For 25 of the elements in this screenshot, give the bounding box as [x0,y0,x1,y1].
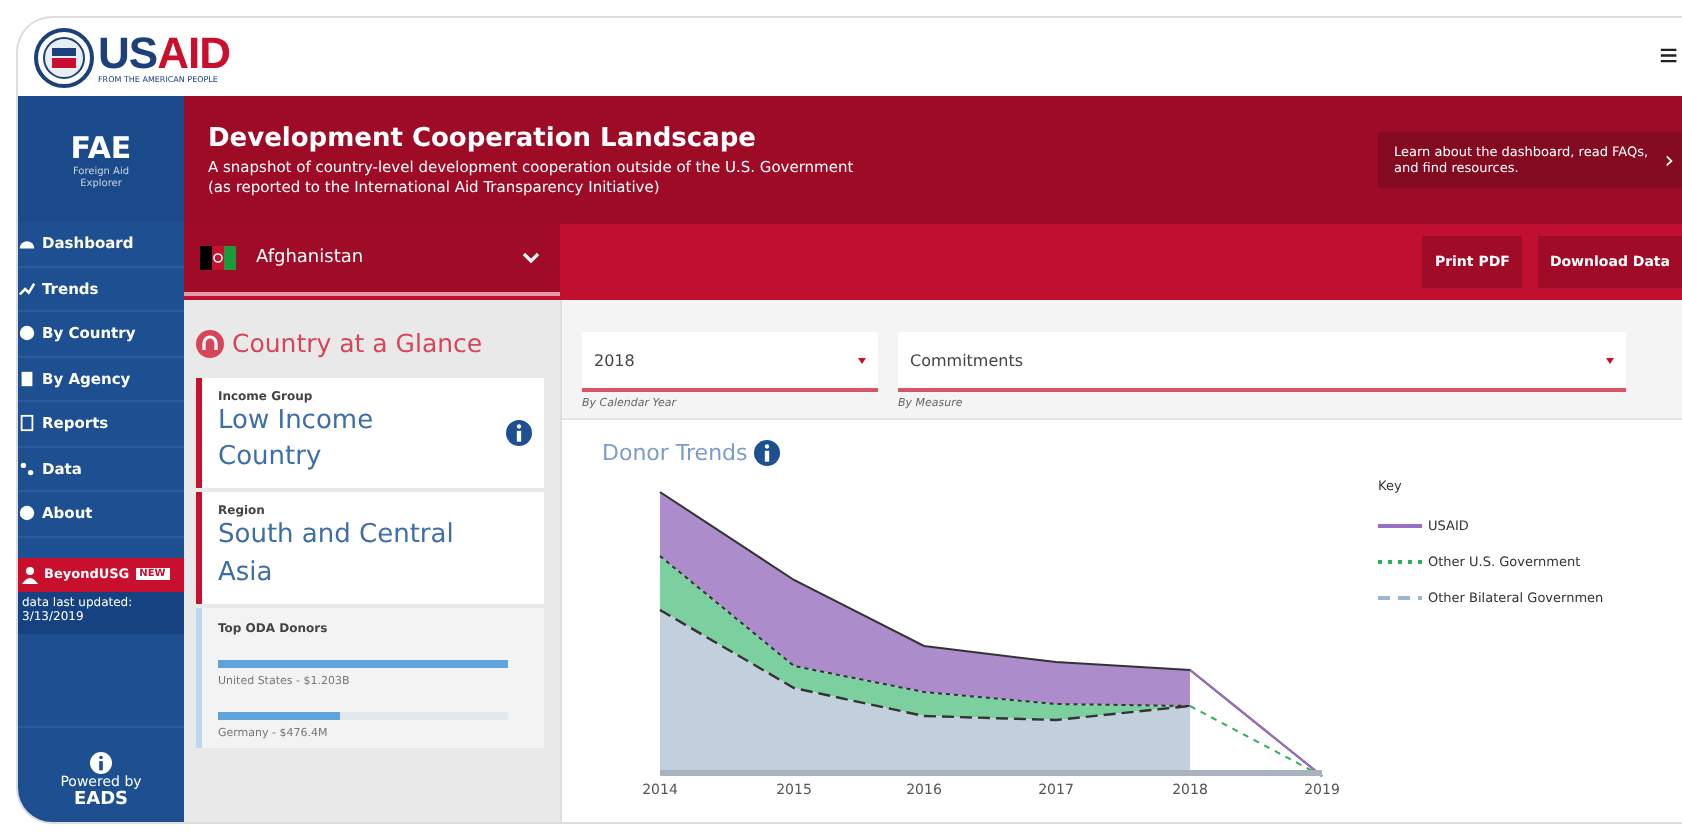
chart-title: Donor Trends [602,440,748,466]
select-field[interactable]: 2018 [582,332,878,392]
info-icon[interactable] [753,440,780,466]
select-field[interactable]: Commitments [898,332,1626,392]
caret-icon [858,357,866,363]
fact-value: South and Central Asia [218,518,456,592]
person-icon [22,565,38,583]
logo-wordmark[interactable]: USAID [98,31,230,75]
caret-icon [1606,357,1614,363]
nodes-icon [18,459,36,478]
footer-brand: EADS [73,790,129,810]
chevron-down-icon [522,252,540,264]
menu-button[interactable]: ≡ [1659,39,1678,75]
section-title: Country at a Glance [232,328,483,358]
country-dropdown[interactable]: Afghanistan [184,224,560,296]
info-icon [90,752,112,774]
chart-line-icon [18,279,36,298]
flag-icon [200,246,236,270]
seal-icon [34,27,94,87]
page-title: Development Cooperation Landscape [208,124,758,155]
info-icon[interactable] [506,420,532,447]
fact-value: Low Income Country [218,404,376,477]
app-name: FAE [70,129,132,165]
document-icon [18,414,36,433]
circle-icon [18,504,36,523]
